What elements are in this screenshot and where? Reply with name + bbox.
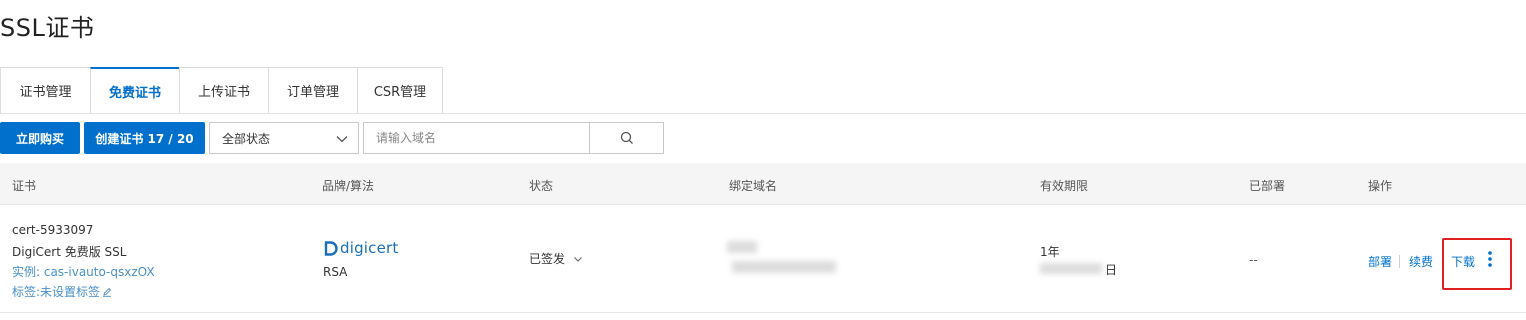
table-row: cert-5933097 DigiCert 免费版 SSL 实例: cas-iv… [0, 205, 1526, 313]
tab-csr-management[interactable]: CSR管理 [357, 67, 443, 114]
tab-free-cert[interactable]: 免费证书 [90, 67, 179, 114]
tab-bar: 证书管理 免费证书 上传证书 订单管理 CSR管理 [0, 67, 443, 114]
instance-link[interactable]: 实例: cas-ivauto-qsxzOX [12, 263, 155, 280]
digicert-logo-mark [324, 240, 338, 256]
renew-link[interactable]: 续费 [1409, 253, 1433, 270]
domain-redacted [732, 261, 836, 273]
deploy-link[interactable]: 部署 [1368, 253, 1392, 270]
validity-date-suffix: 日 [1105, 263, 1118, 277]
header-validity: 有效期限 [1040, 179, 1089, 193]
status-select[interactable]: 全部状态 [209, 122, 359, 154]
highlight-box [1442, 238, 1512, 290]
header-status: 状态 [529, 179, 554, 193]
algorithm: RSA [323, 265, 348, 279]
digicert-logo: digicert [323, 239, 399, 257]
chevron-down-icon [574, 256, 582, 262]
tab-order-management[interactable]: 订单管理 [268, 67, 357, 114]
status-dropdown[interactable]: 已签发 [529, 250, 583, 267]
brand-logo-text: digicert [340, 239, 399, 257]
search-box [363, 122, 664, 154]
tab-cert-management[interactable]: 证书管理 [0, 67, 90, 114]
edit-icon [103, 287, 112, 297]
header-brand: 品牌/算法 [322, 179, 375, 193]
header-actions: 操作 [1368, 179, 1393, 193]
create-cert-button[interactable]: 创建证书 17 / 20 [84, 122, 205, 154]
chevron-down-icon [336, 136, 348, 143]
status-value: 已签发 [529, 252, 566, 266]
tag-label: 标签:未设置标签 [12, 285, 101, 299]
search-button[interactable] [590, 123, 663, 153]
validity-period: 1年 [1040, 245, 1060, 259]
tab-upload-cert[interactable]: 上传证书 [179, 67, 268, 114]
tab-divider [0, 113, 1526, 114]
tag-edit[interactable]: 标签:未设置标签 [12, 283, 112, 300]
buy-now-button[interactable]: 立即购买 [0, 122, 80, 154]
validity-date-redacted [1040, 263, 1102, 274]
search-input[interactable] [364, 123, 590, 153]
header-deployed: 已部署 [1249, 179, 1286, 193]
table-header: 证书 品牌/算法 状态 绑定域名 有效期限 已部署 操作 [0, 163, 1526, 205]
cert-name: DigiCert 免费版 SSL [12, 245, 127, 259]
domain-redacted [727, 241, 757, 253]
action-separator [1399, 255, 1400, 268]
status-select-value: 全部状态 [222, 131, 271, 146]
header-domain: 绑定域名 [729, 179, 778, 193]
search-icon [620, 131, 633, 144]
header-cert: 证书 [12, 179, 37, 193]
page-title: SSL证书 [0, 14, 95, 42]
cert-id: cert-5933097 [12, 223, 94, 237]
deployed-value: -- [1249, 253, 1258, 267]
